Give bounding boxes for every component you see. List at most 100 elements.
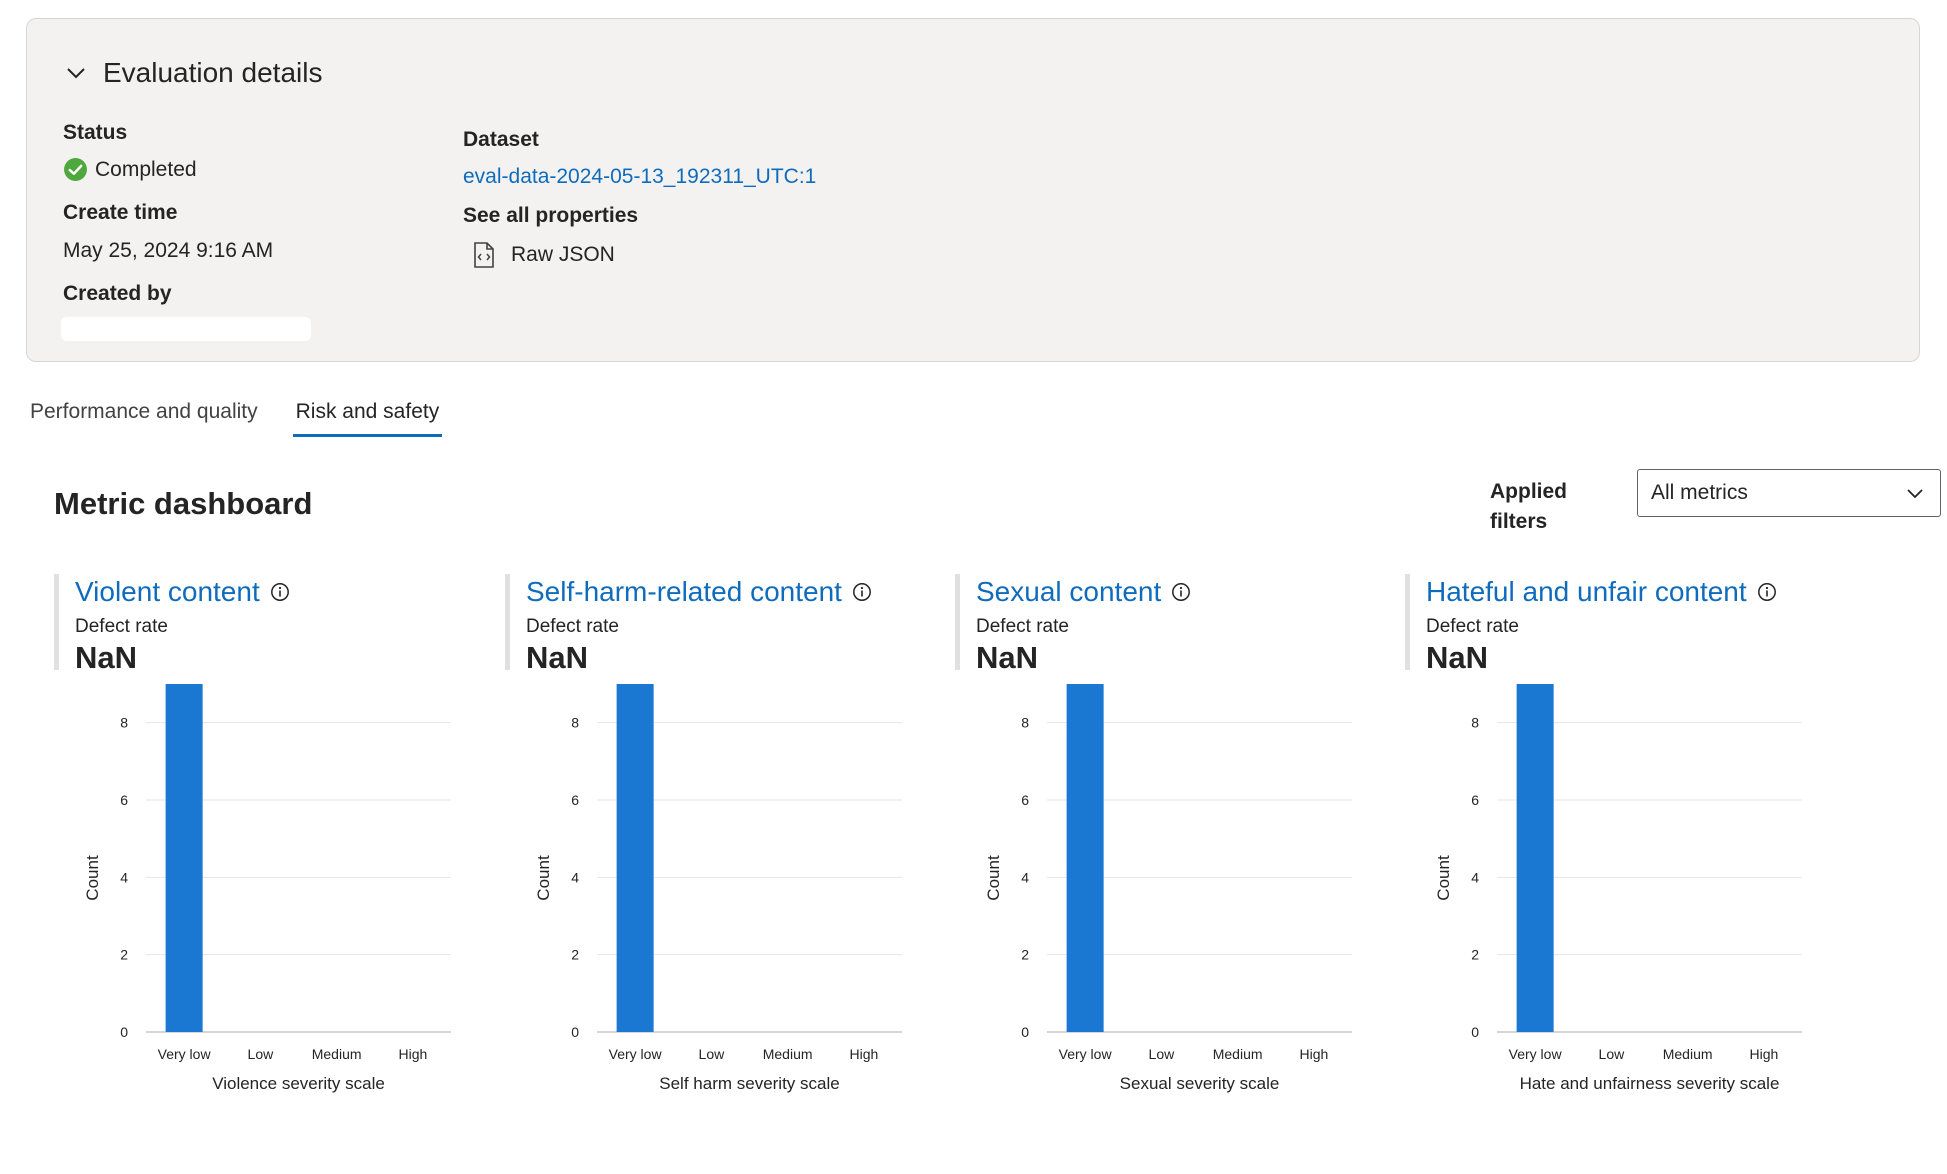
dataset-link[interactable]: eval-data-2024-05-13_192311_UTC:1 xyxy=(463,165,816,189)
x-axis-label: Violence severity scale xyxy=(212,1074,385,1093)
x-axis-label: Sexual severity scale xyxy=(1120,1074,1280,1093)
check-circle-icon xyxy=(64,158,87,181)
card-accent-bar xyxy=(54,574,59,670)
x-axis-label: Hate and unfairness severity scale xyxy=(1520,1074,1780,1093)
x-tick-label: High xyxy=(398,1046,427,1062)
status-label: Status xyxy=(63,121,128,144)
defect-rate-value: NaN xyxy=(75,640,138,675)
y-tick-label: 4 xyxy=(1471,869,1479,885)
x-tick-label: Medium xyxy=(1213,1046,1263,1062)
y-tick-label: 2 xyxy=(571,947,579,963)
y-tick-label: 2 xyxy=(1021,947,1029,963)
metric-card-violent-content: Violent content Defect rate NaN 0 2 4 6 8 Ver… xyxy=(54,574,494,1094)
y-tick-label: 2 xyxy=(1471,947,1479,963)
evaluation-details-panel: Evaluation details Status Completed Crea… xyxy=(26,18,1920,362)
status-value: Completed xyxy=(63,157,197,182)
dataset-label: Dataset xyxy=(463,128,539,151)
x-tick-label: Very low xyxy=(609,1046,663,1062)
y-tick-label: 8 xyxy=(1021,715,1029,731)
violence-severity-chart: 0 2 4 6 8 Very low Low Medium High Violence sever… xyxy=(83,684,451,1093)
y-tick-label: 8 xyxy=(1471,715,1479,731)
y-tick-label: 6 xyxy=(571,792,579,808)
created-by-redacted xyxy=(61,317,311,341)
bar-very-low[interactable] xyxy=(165,684,203,1032)
y-tick-label: 6 xyxy=(120,792,128,808)
tab-list: Performance and quality Risk and safety xyxy=(27,398,474,437)
defect-rate-value: NaN xyxy=(976,640,1039,675)
y-tick-label: 0 xyxy=(1021,1024,1029,1040)
tab-risk-and-safety[interactable]: Risk and safety xyxy=(292,398,443,437)
self-harm-severity-chart: 0 2 4 6 8 Very low Low Medium High Self harm seve… xyxy=(534,684,902,1093)
x-tick-label: High xyxy=(849,1046,878,1062)
y-tick-label: 0 xyxy=(1471,1024,1479,1040)
evaluation-details-title: Evaluation details xyxy=(103,57,323,88)
x-tick-label: Low xyxy=(248,1046,275,1062)
card-title-link[interactable]: Sexual content xyxy=(976,576,1161,608)
x-tick-label: Very low xyxy=(158,1046,212,1062)
card-header: Self-harm-related content xyxy=(526,576,872,608)
defect-rate-label: Defect rate xyxy=(75,616,168,637)
defect-rate-label: Defect rate xyxy=(1426,616,1519,637)
x-tick-label: Very low xyxy=(1509,1046,1563,1062)
metrics-filter-value: All metrics xyxy=(1651,481,1748,504)
y-axis-label: Count xyxy=(83,855,102,901)
x-tick-label: Low xyxy=(1599,1046,1626,1062)
y-tick-label: 8 xyxy=(120,715,128,731)
defect-rate-value: NaN xyxy=(526,640,589,675)
raw-json-link[interactable]: Raw JSON xyxy=(471,241,615,269)
hate-severity-chart: 0 2 4 6 8 Very low Low Medium High Hate and unfai… xyxy=(1434,684,1802,1093)
chevron-down-icon xyxy=(1907,489,1923,499)
y-tick-label: 4 xyxy=(571,869,579,885)
sexual-severity-chart: 0 2 4 6 8 Very low Low Medium High Sexual severit… xyxy=(984,684,1352,1093)
metric-card-sexual-content: Sexual content Defect rate NaN 0 2 4 6 8 Very… xyxy=(955,574,1395,1094)
x-tick-label: Low xyxy=(699,1046,726,1062)
bar-very-low[interactable] xyxy=(1066,684,1104,1032)
metrics-filter-dropdown[interactable]: All metrics xyxy=(1637,469,1941,517)
card-title-link[interactable]: Hateful and unfair content xyxy=(1426,576,1747,608)
card-accent-bar xyxy=(505,574,510,670)
x-axis-label: Self harm severity scale xyxy=(659,1074,839,1093)
info-icon[interactable] xyxy=(1171,582,1191,602)
card-header: Sexual content xyxy=(976,576,1191,608)
card-title-link[interactable]: Violent content xyxy=(75,576,260,608)
defect-rate-label: Defect rate xyxy=(976,616,1069,637)
code-file-icon xyxy=(474,242,494,268)
y-tick-label: 6 xyxy=(1021,792,1029,808)
x-tick-label: Medium xyxy=(763,1046,813,1062)
y-axis-label: Count xyxy=(1434,855,1453,901)
see-all-properties-label: See all properties xyxy=(463,204,639,227)
card-header: Violent content xyxy=(75,576,290,608)
x-tick-label: Medium xyxy=(312,1046,362,1062)
card-accent-bar xyxy=(955,574,960,670)
y-tick-label: 6 xyxy=(1471,792,1479,808)
evaluation-details-toggle[interactable]: Evaluation details xyxy=(63,57,322,89)
y-axis-label: Count xyxy=(534,855,553,901)
defect-rate-value: NaN xyxy=(1426,640,1489,675)
y-tick-label: 2 xyxy=(120,947,128,963)
raw-json-label: Raw JSON xyxy=(511,243,615,266)
bar-very-low[interactable] xyxy=(1516,684,1554,1032)
x-tick-label: High xyxy=(1299,1046,1328,1062)
x-tick-label: Very low xyxy=(1059,1046,1113,1062)
tab-performance-and-quality[interactable]: Performance and quality xyxy=(27,398,261,437)
card-title-link[interactable]: Self-harm-related content xyxy=(526,576,842,608)
y-axis-label: Count xyxy=(984,855,1003,901)
y-tick-label: 0 xyxy=(120,1024,128,1040)
y-tick-label: 8 xyxy=(571,715,579,731)
info-icon[interactable] xyxy=(270,582,290,602)
chevron-down-icon xyxy=(67,68,85,79)
x-tick-label: Medium xyxy=(1663,1046,1713,1062)
applied-filters-label: Applied filters xyxy=(1490,480,1567,533)
card-accent-bar xyxy=(1405,574,1410,670)
create-time-label: Create time xyxy=(63,201,178,224)
x-tick-label: High xyxy=(1749,1046,1778,1062)
card-header: Hateful and unfair content xyxy=(1426,576,1777,608)
info-icon[interactable] xyxy=(852,582,872,602)
defect-rate-label: Defect rate xyxy=(526,616,619,637)
y-tick-label: 4 xyxy=(1021,869,1029,885)
info-icon[interactable] xyxy=(1757,582,1777,602)
bar-very-low[interactable] xyxy=(616,684,654,1032)
status-text: Completed xyxy=(95,157,197,181)
metric-card-self-harm-content: Self-harm-related content Defect rate Na… xyxy=(505,574,945,1094)
metric-card-hateful-content: Hateful and unfair content Defect rate N… xyxy=(1405,574,1845,1094)
